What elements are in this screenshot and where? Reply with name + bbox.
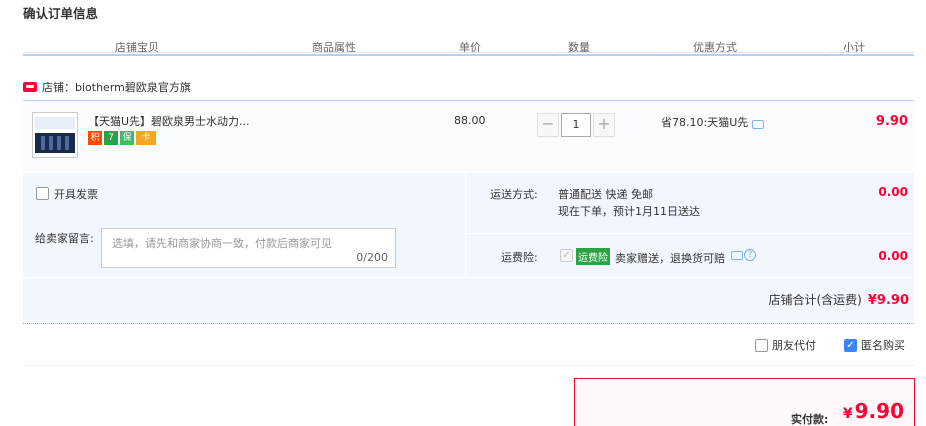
column-header: 店铺宝贝 商品属性 单价 数量 优惠方式 小计	[23, 36, 914, 56]
payment-label: 实付款:	[791, 413, 829, 426]
invoice-label: 开具发票	[54, 188, 98, 201]
anonymous-purchase-checkbox[interactable]: ✓	[844, 338, 857, 352]
insurance-label: 运费险:	[501, 251, 538, 264]
discount-text: 省78.10:天猫U先	[661, 116, 749, 129]
shipping-label: 运送方式:	[490, 188, 538, 201]
shop-name-link[interactable]: 店铺：biotherm碧欧泉官方旗	[42, 79, 191, 95]
product-title-link[interactable]: 【天猫U先】碧欧泉男士水动力...	[88, 113, 250, 129]
friend-pay-label: 朋友代付	[772, 339, 816, 352]
delivery-estimate: 现在下单，预计1月11日送达	[558, 205, 700, 218]
product-thumbnail[interactable]	[32, 112, 78, 158]
insurance-badge: 运费险	[576, 248, 610, 265]
quantity-stepper: − 1 +	[537, 113, 615, 137]
insurance-chat-icon[interactable]	[731, 250, 743, 260]
payment-summary-box: 实付款: ¥9.90	[574, 378, 915, 426]
shipping-price: 0.00	[878, 185, 908, 199]
unit-price: 88.00	[454, 114, 486, 127]
seven-day-return-badge-icon[interactable]: 7	[104, 131, 118, 145]
tmall-shop-icon	[23, 82, 37, 92]
discount-info: 省78.10:天猫U先	[661, 114, 765, 130]
quantity-decrement-button[interactable]: −	[537, 113, 559, 137]
friend-pay-checkbox[interactable]	[755, 338, 768, 352]
order-info-block: 开具发票 给卖家留言: 选填，请先和商家协商一致，付款后商家可见 0/200 运…	[23, 173, 914, 324]
help-question-icon[interactable]: ?	[744, 249, 756, 261]
section-title: 确认订单信息	[23, 6, 99, 21]
order-item-row: 【天猫U先】碧欧泉男士水动力... 积 7 保 卡 88.00 − 1 + 省7…	[23, 100, 914, 172]
shop-total-label: 店铺合计(含运费)	[768, 293, 862, 307]
points-badge-icon[interactable]: 积	[88, 131, 102, 145]
payment-currency: ¥	[842, 406, 853, 422]
insurance-checkbox[interactable]: ✓	[560, 249, 573, 262]
service-badges: 积 7 保 卡	[88, 131, 156, 145]
shipping-method: 普通配送 快递 免邮	[558, 188, 653, 201]
insurance-price: 0.00	[878, 249, 908, 263]
payment-options: 朋友代付 ✓ 匿名购买	[755, 337, 905, 353]
invoice-checkbox[interactable]	[36, 187, 49, 200]
payment-amount-value: 9.90	[854, 399, 904, 423]
message-placeholder: 选填，请先和商家协商一致，付款后商家可见	[112, 237, 332, 250]
seller-message-input[interactable]: 选填，请先和商家协商一致，付款后商家可见 0/200	[101, 228, 396, 268]
shop-line: 店铺：biotherm碧欧泉官方旗	[23, 79, 191, 95]
message-char-count: 0/200	[356, 251, 388, 264]
anonymous-purchase-label: 匿名购买	[861, 339, 905, 352]
message-label: 给卖家留言:	[35, 232, 94, 245]
card-payment-badge-icon[interactable]: 卡	[136, 131, 156, 145]
chat-bubble-icon[interactable]	[752, 120, 765, 129]
left-options-panel: 开具发票 给卖家留言: 选填，请先和商家协商一致，付款后商家可见 0/200	[23, 173, 466, 276]
shop-total-amount: ¥9.90	[867, 293, 909, 308]
item-subtotal: 9.90	[875, 114, 908, 129]
payment-amount: ¥9.90	[843, 399, 904, 423]
guarantee-badge-icon[interactable]: 保	[120, 131, 134, 145]
quantity-input[interactable]: 1	[561, 113, 591, 137]
quantity-increment-button[interactable]: +	[593, 113, 615, 137]
shop-total: 店铺合计(含运费) ¥9.90	[769, 291, 910, 308]
insurance-text: 卖家赠送，退换货可赔	[615, 252, 725, 265]
insurance-help: ?	[731, 249, 756, 261]
